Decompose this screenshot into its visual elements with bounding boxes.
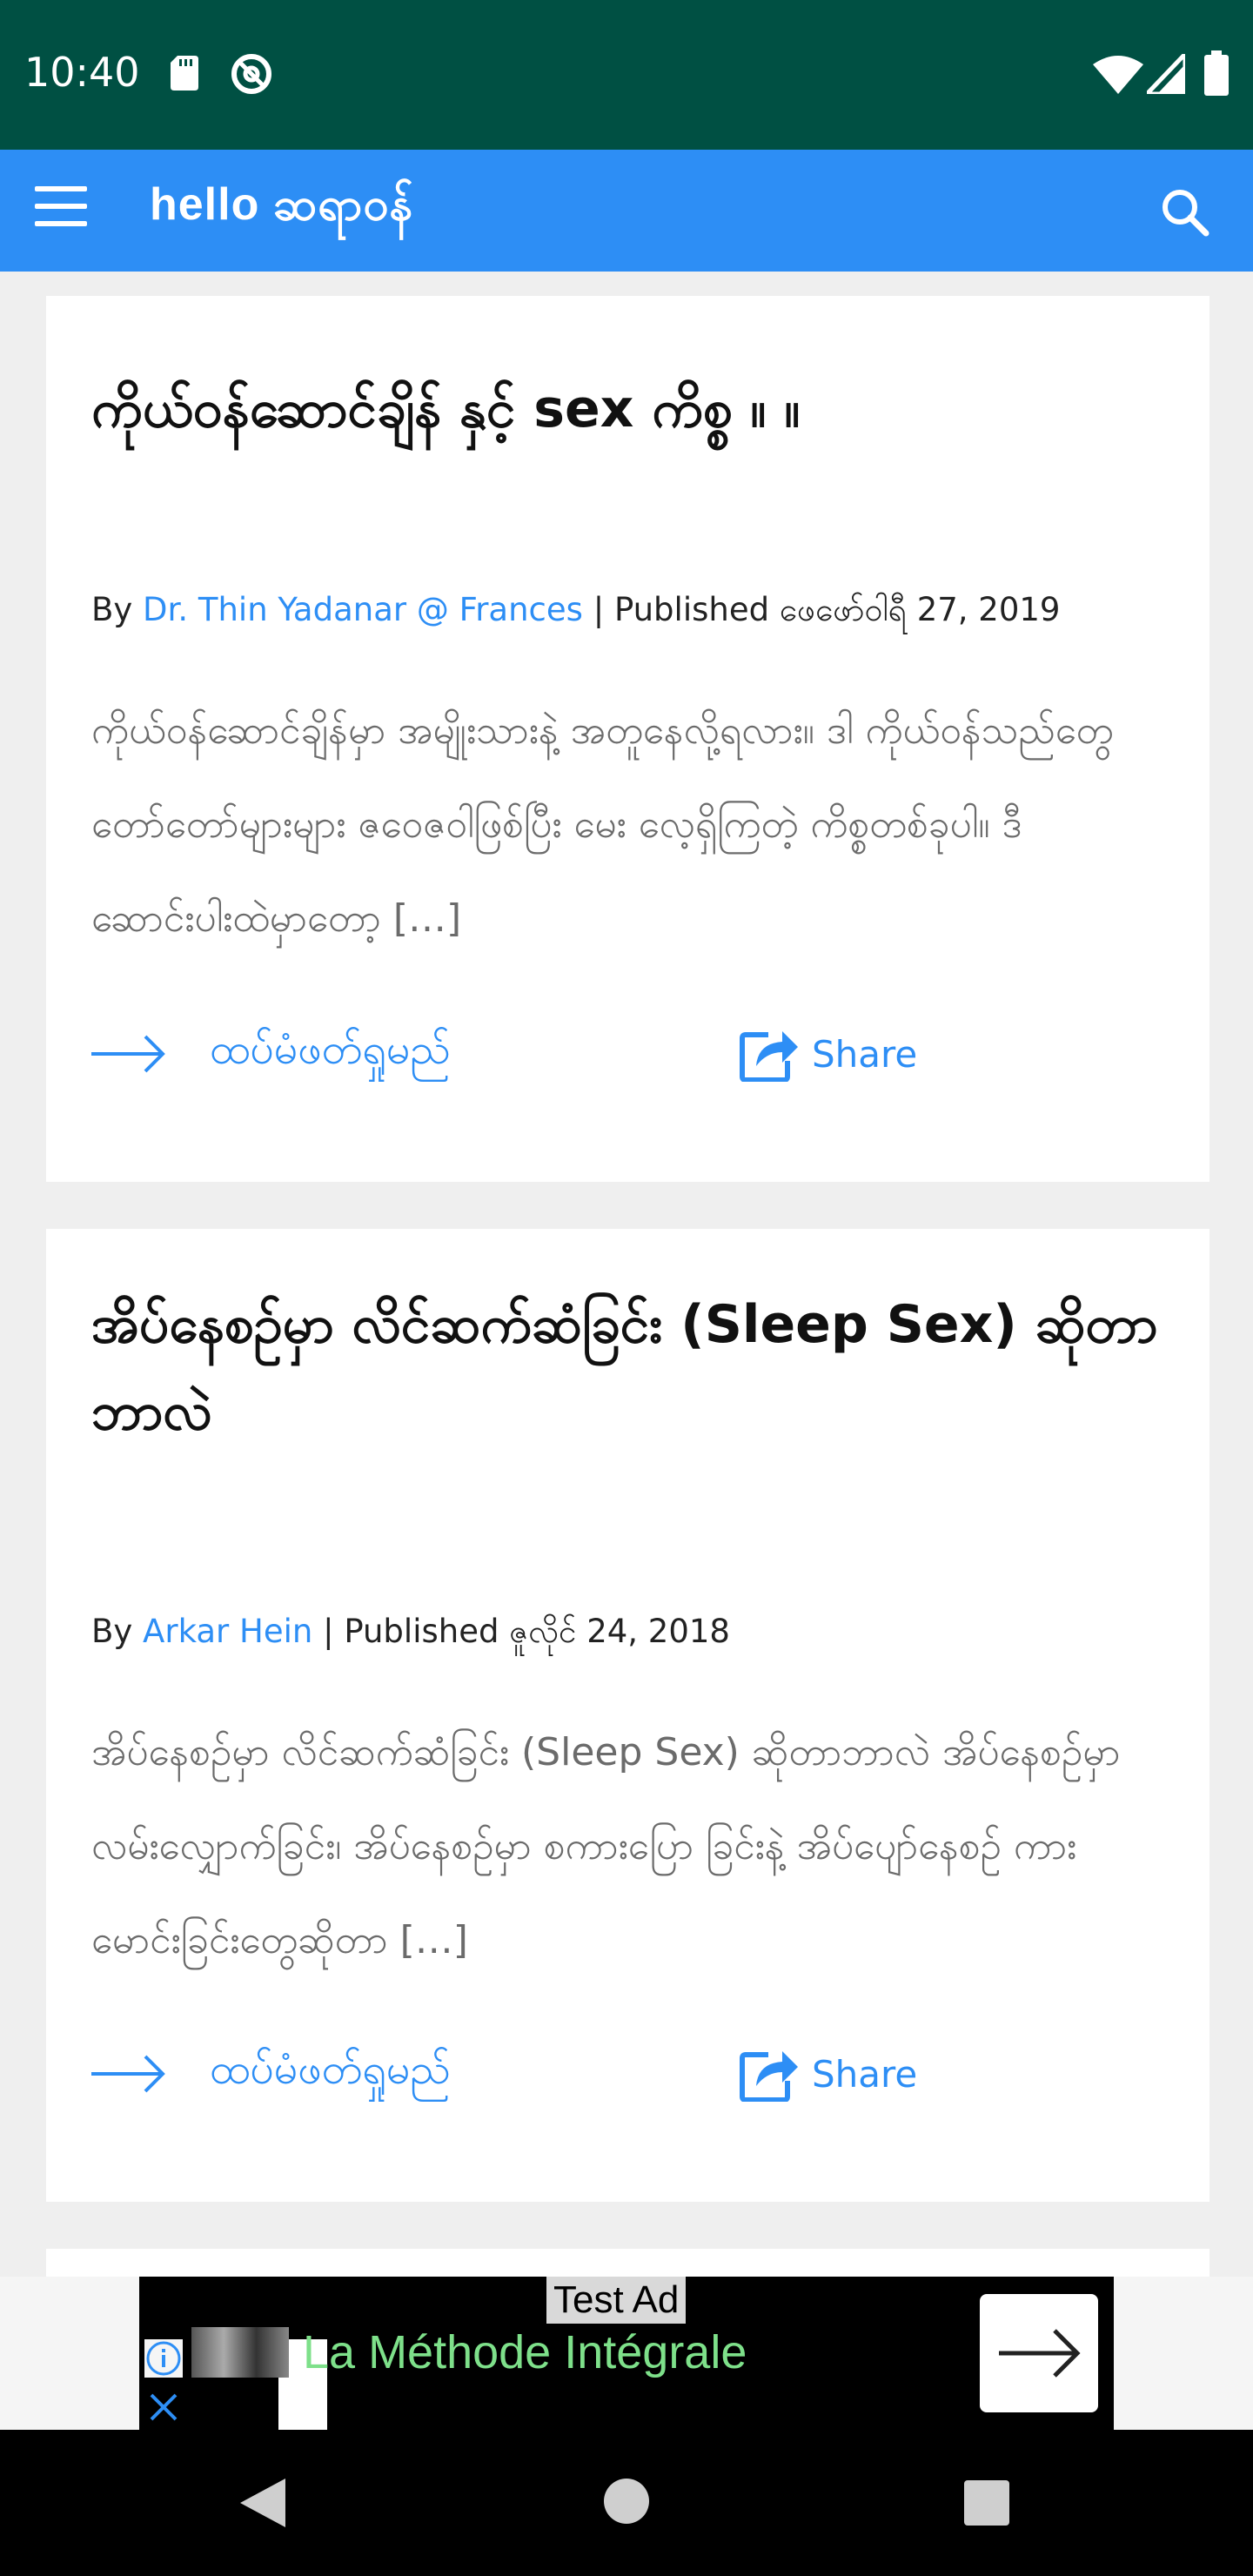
- battery-icon: [1204, 50, 1229, 96]
- ad-cta-button[interactable]: [980, 2294, 1098, 2412]
- at-sign-icon: [231, 54, 271, 94]
- info-icon[interactable]: [144, 2339, 183, 2378]
- ad-thumbnail: [191, 2327, 289, 2378]
- app-bar: hello ဆရာဝန်: [0, 150, 1253, 272]
- published-label: Published: [344, 1613, 499, 1650]
- share-icon: [740, 1031, 798, 1082]
- article-card: ကိုယ်ဝန်ဆောင်ချိန် နှင့် sex ကိစ္စ ။ ။ B…: [46, 296, 1209, 1182]
- publish-date: ဇူလိုင် 24, 2018: [509, 1613, 730, 1650]
- article-byline: By Dr. Thin Yadanar @ Frances | Publishe…: [91, 590, 1060, 637]
- publish-date: ဖေဖော်ဝါရီ 27, 2019: [779, 591, 1061, 628]
- home-icon[interactable]: [604, 2479, 649, 2524]
- share-icon: [740, 2051, 798, 2102]
- article-title[interactable]: ကိုယ်ဝန်ဆောင်ချိန် နှင့် sex ကိစ္စ ။ ။: [91, 366, 1170, 453]
- read-more-label: ထပ်မံဖတ်ရှုမည်: [210, 2045, 451, 2094]
- article-card: အိပ်နေစဉ်မှာ လိင်ဆက်ဆံခြင်း (Sleep Sex) …: [46, 1229, 1209, 2202]
- close-icon[interactable]: [144, 2388, 183, 2426]
- byline-separator: |: [323, 1613, 334, 1650]
- share-button[interactable]: Share: [739, 2043, 917, 2104]
- wifi-icon: [1093, 56, 1143, 94]
- share-button[interactable]: Share: [739, 1023, 917, 1084]
- share-label: Share: [812, 2052, 918, 2096]
- read-more-label: ထပ်မံဖတ်ရှုမည်: [210, 1025, 451, 1074]
- back-icon[interactable]: [237, 2475, 289, 2531]
- author-link[interactable]: Arkar Hein: [143, 1613, 312, 1650]
- sd-card-icon: [171, 56, 198, 91]
- article-title[interactable]: အိပ်နေစဉ်မှာ လိင်ဆက်ဆံခြင်း (Sleep Sex) …: [91, 1281, 1170, 1455]
- published-label: Published: [613, 591, 770, 628]
- article-excerpt: ကိုယ်ဝန်ဆောင်ချိန်မှာ အမျိုးသားနဲ့ အတူနေ…: [91, 708, 1114, 941]
- read-more-link[interactable]: ထပ်မံဖတ်ရှုမည်: [91, 1023, 451, 1084]
- arrow-right-icon: [999, 2329, 1081, 2378]
- status-bar: 10:40: [0, 0, 1253, 150]
- hamburger-menu-icon[interactable]: [35, 186, 87, 235]
- status-time: 10:40: [24, 49, 140, 96]
- arrow-right-icon: [91, 1035, 165, 1073]
- read-more-link[interactable]: ထပ်မံဖတ်ရှုမည်: [91, 2043, 451, 2104]
- test-ad-badge: Test Ad: [546, 2277, 687, 2324]
- ad-banner[interactable]: La Méthode Intégrale Test Ad: [0, 2277, 1253, 2430]
- ad-headline[interactable]: La Méthode Intégrale: [303, 2325, 747, 2379]
- arrow-right-icon: [91, 2055, 165, 2093]
- search-icon[interactable]: [1157, 184, 1211, 238]
- share-label: Share: [812, 1032, 918, 1076]
- by-label: By: [91, 1613, 133, 1650]
- system-nav-bar: [0, 2430, 1253, 2576]
- byline-separator: |: [593, 591, 605, 628]
- recents-icon[interactable]: [964, 2480, 1009, 2526]
- cellular-icon: [1147, 54, 1185, 94]
- author-link[interactable]: Dr. Thin Yadanar @ Frances: [143, 591, 583, 628]
- app-logo[interactable]: hello ဆရာဝန်: [150, 176, 413, 242]
- article-excerpt: အိပ်နေစဉ်မှာ လိင်ဆက်ဆံခြင်း (Sleep Sex) …: [91, 1730, 1121, 1962]
- by-label: By: [91, 591, 133, 628]
- ad-content[interactable]: La Méthode Intégrale Test Ad: [139, 2277, 1114, 2430]
- article-byline: By Arkar Hein | Published ဇူလိုင် 24, 20…: [91, 1612, 730, 1659]
